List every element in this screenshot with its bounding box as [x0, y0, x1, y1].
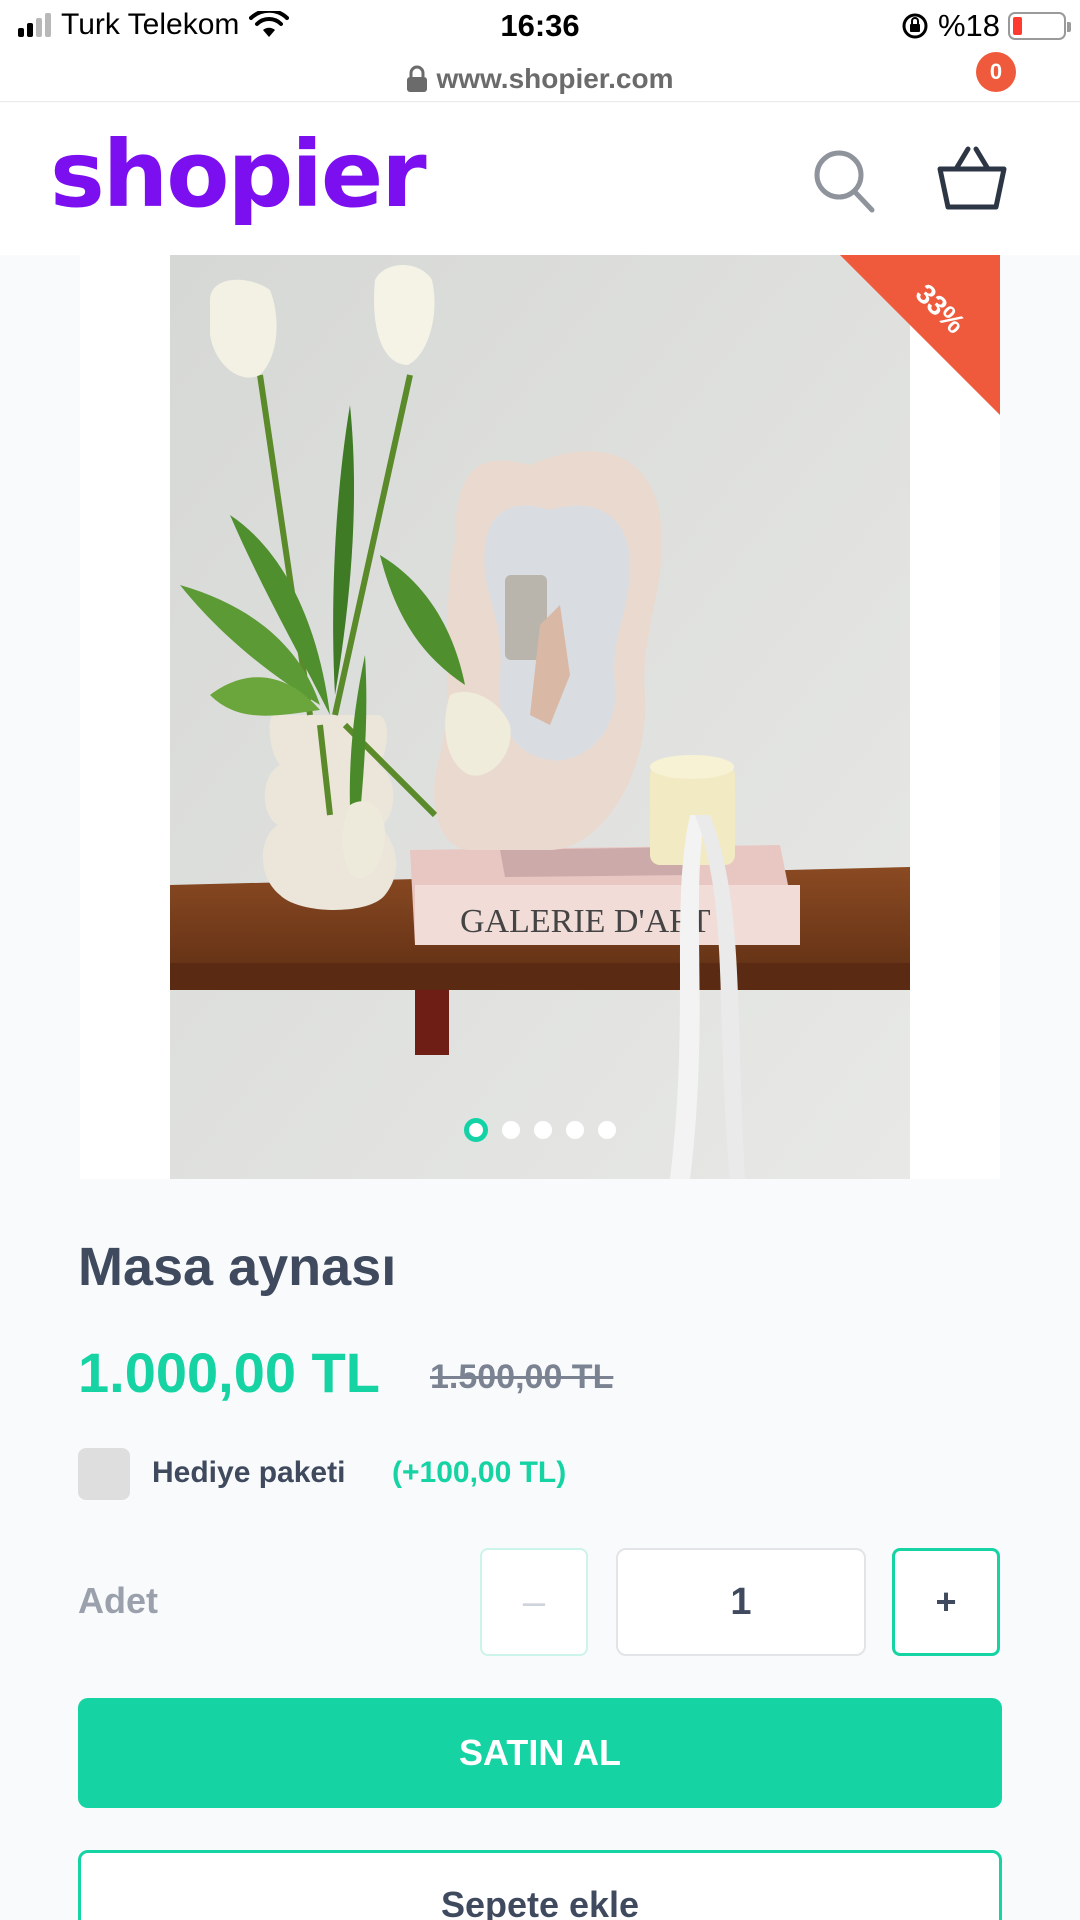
- lock-icon: [407, 65, 428, 92]
- shopier-logo[interactable]: shopier: [50, 121, 427, 228]
- cart-count-badge[interactable]: 0: [976, 52, 1016, 92]
- battery-percent: %18: [937, 8, 1000, 43]
- gift-wrap-label[interactable]: Hediye paketi: [152, 1456, 345, 1490]
- product-photo: GALERIE D'ART: [170, 255, 910, 1179]
- orientation-lock-icon: [902, 13, 928, 39]
- gift-wrap-checkbox[interactable]: [78, 1448, 130, 1500]
- original-price: 1.500,00 TL: [430, 1358, 614, 1396]
- battery-icon: [1008, 12, 1071, 40]
- add-to-cart-button[interactable]: Sepete ekle: [78, 1850, 1002, 1920]
- carousel-dots: [80, 1118, 1000, 1142]
- carousel-dot-3[interactable]: [534, 1121, 552, 1139]
- buy-now-button[interactable]: SATIN AL: [78, 1698, 1002, 1808]
- site-header: shopier: [0, 103, 1080, 255]
- svg-text:GALERIE D'ART: GALERIE D'ART: [460, 903, 711, 940]
- gift-wrap-price: (+100,00 TL): [392, 1456, 567, 1489]
- search-icon[interactable]: [812, 147, 876, 215]
- url-text: www.shopier.com: [436, 62, 674, 94]
- quantity-input[interactable]: [616, 1548, 866, 1656]
- status-bar: Turk Telekom 16:36 %18: [0, 0, 1080, 56]
- quantity-decrease-button[interactable]: –: [480, 1548, 588, 1656]
- carousel-dot-1[interactable]: [464, 1118, 488, 1142]
- quantity-increase-button[interactable]: +: [892, 1548, 1000, 1656]
- carousel-dot-5[interactable]: [598, 1121, 616, 1139]
- product-image-carousel[interactable]: GALERIE D'ART 33%: [80, 255, 1000, 1179]
- carousel-dot-2[interactable]: [502, 1121, 520, 1139]
- carousel-dot-4[interactable]: [566, 1121, 584, 1139]
- current-price: 1.000,00 TL: [78, 1341, 380, 1404]
- basket-icon[interactable]: [932, 139, 1012, 219]
- address-bar[interactable]: www.shopier.com: [0, 56, 1080, 102]
- product-title: Masa aynası: [78, 1237, 397, 1297]
- quantity-label: Adet: [78, 1580, 158, 1621]
